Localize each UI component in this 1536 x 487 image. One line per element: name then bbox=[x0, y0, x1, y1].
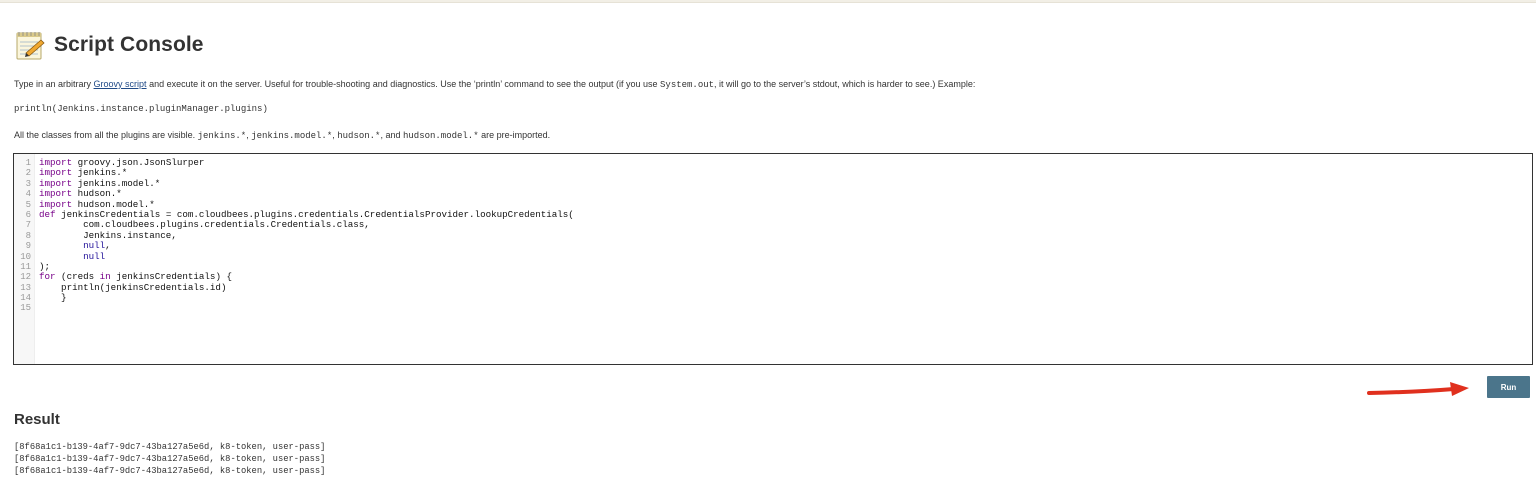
result-line: [8f68a1c1-b139-4af7-9dc7-43ba127a5e6d, k… bbox=[14, 442, 326, 452]
code-token: null bbox=[83, 240, 106, 252]
top-border bbox=[0, 0, 1536, 3]
code-token: hudson.* bbox=[72, 188, 122, 200]
red-arrow-annotation bbox=[1367, 382, 1469, 396]
script-editor[interactable]: 1 2 3 4 5 6 7 8 9 10 11 12 13 14 15 import groovy.json… bbox=[13, 153, 1533, 365]
import-jenkins: jenkins.* bbox=[197, 131, 247, 141]
run-button[interactable]: Run bbox=[1487, 376, 1530, 398]
imports-suffix: are pre-imported. bbox=[478, 130, 551, 140]
line-number: 13 bbox=[20, 282, 31, 293]
code-line: println(jenkinsCredentials.id) bbox=[39, 281, 574, 293]
code-token: ); bbox=[39, 260, 51, 272]
groovy-script-link[interactable]: Groovy script bbox=[94, 79, 147, 89]
import-hudson: hudson.* bbox=[337, 131, 381, 141]
result-output: [8f68a1c1-b139-4af7-9dc7-43ba127a5e6d, k… bbox=[14, 441, 325, 477]
import-jenkins-model: jenkins.model.* bbox=[251, 131, 333, 141]
description-middle: and execute it on the server. Useful for… bbox=[146, 79, 661, 89]
import-hudson-model: hudson.model.* bbox=[403, 131, 479, 141]
imports-text: All the classes from all the plugins are… bbox=[14, 130, 550, 141]
description-prefix: Type in an arbitrary bbox=[14, 79, 94, 89]
code-token: import bbox=[39, 188, 73, 200]
line-number: 12 bbox=[20, 272, 31, 283]
page-title: Script Console bbox=[54, 33, 204, 56]
line-number: 11 bbox=[20, 261, 31, 272]
result-line: [8f68a1c1-b139-4af7-9dc7-43ba127a5e6d, k… bbox=[14, 454, 326, 464]
imports-sep: , and bbox=[380, 130, 403, 140]
code-token: for bbox=[39, 271, 56, 283]
line-number: 1 bbox=[25, 158, 31, 168]
code-line: Jenkins.instance, bbox=[39, 229, 574, 241]
code-token: hudson.model.* bbox=[72, 198, 155, 210]
page-header: Script Console bbox=[14, 28, 204, 62]
code-token: null bbox=[83, 250, 106, 262]
line-number-gutter: 1 2 3 4 5 6 7 8 9 10 11 12 13 14 15 bbox=[14, 154, 35, 364]
imports-prefix: All the classes from all the plugins are… bbox=[14, 130, 198, 140]
line-number: 6 bbox=[25, 209, 31, 220]
code-token: groovy.json.JsonSlurper bbox=[72, 157, 205, 168]
code-token: , bbox=[105, 240, 111, 252]
code-area[interactable]: import groovy.json.JsonSlurper import jen… bbox=[35, 154, 574, 364]
line-number: 3 bbox=[25, 178, 31, 189]
code-token: com.cloudbees.plugins.credentials.Creden… bbox=[39, 219, 370, 231]
code-token: } bbox=[39, 292, 67, 304]
code-token: import bbox=[39, 198, 73, 210]
code-token: jenkins.model.* bbox=[72, 177, 161, 189]
code-token: jenkinsCredentials) { bbox=[110, 271, 232, 283]
code-token: jenkinsCredentials = com.cloudbees.plugi… bbox=[55, 208, 574, 220]
code-token: in bbox=[99, 271, 111, 283]
example-code: println(Jenkins.instance.pluginManager.p… bbox=[14, 104, 268, 114]
code-token: println(jenkinsCredentials.id) bbox=[39, 281, 227, 293]
code-token: (creds bbox=[55, 271, 100, 283]
code-token: Jenkins.instance, bbox=[39, 229, 177, 241]
description-suffix: , it will go to the server’s stdout, whi… bbox=[714, 79, 976, 89]
line-number: 7 bbox=[25, 220, 31, 231]
result-title: Result bbox=[14, 411, 60, 428]
notepad-icon bbox=[16, 32, 45, 60]
line-number: 5 bbox=[25, 199, 31, 210]
code-token: jenkins.* bbox=[72, 167, 128, 179]
line-number: 10 bbox=[20, 251, 31, 262]
code-token: def bbox=[39, 208, 56, 220]
line-number: 9 bbox=[25, 241, 31, 252]
code-token: import bbox=[39, 167, 73, 179]
code-line: } bbox=[39, 292, 574, 304]
code-token: import bbox=[39, 177, 73, 189]
line-number: 14 bbox=[20, 293, 31, 304]
line-number: 4 bbox=[25, 189, 31, 200]
result-line: [8f68a1c1-b139-4af7-9dc7-43ba127a5e6d, k… bbox=[14, 466, 326, 476]
description-code: System.out bbox=[660, 80, 715, 90]
code-line: null bbox=[39, 250, 574, 262]
description-text: Type in an arbitrary Groovy script and e… bbox=[14, 79, 975, 90]
line-number: 8 bbox=[25, 230, 31, 241]
code-token: import bbox=[39, 157, 73, 168]
code-line: null, bbox=[39, 240, 574, 252]
line-number: 2 bbox=[25, 168, 31, 179]
line-number: 15 bbox=[20, 303, 31, 314]
